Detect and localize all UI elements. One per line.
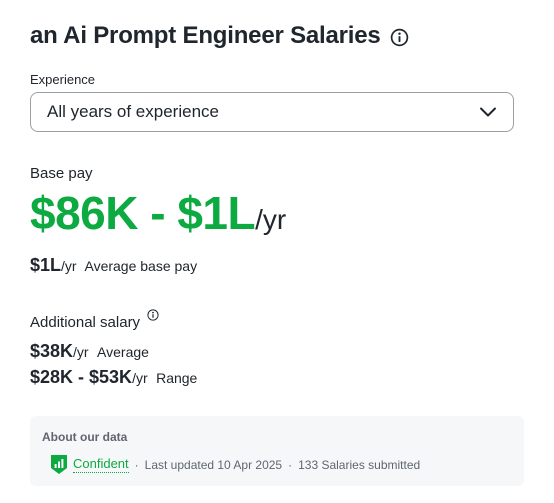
base-pay-range-unit: /yr <box>255 204 287 235</box>
page-title: an Ai Prompt Engineer Salaries <box>30 22 381 49</box>
base-pay-range-value: $86K - $1L <box>30 187 256 239</box>
experience-select-value: All years of experience <box>47 102 219 121</box>
experience-label: Experience <box>30 72 96 87</box>
additional-salary-header: Additional salary <box>30 309 159 331</box>
experience-select[interactable]: All years of experience <box>30 92 514 132</box>
average-base-pay-label: Average base pay <box>84 258 198 274</box>
base-pay-label: Base pay <box>30 165 93 182</box>
info-circle-icon[interactable] <box>390 28 409 47</box>
base-pay-range: $86K - $1L/yr <box>30 190 286 236</box>
additional-salary-average: $38K/yr Average <box>30 341 149 362</box>
info-circle-icon[interactable] <box>147 309 159 321</box>
confidence-link[interactable]: Confident <box>73 456 129 473</box>
confidence-shield-icon <box>51 455 67 474</box>
additional-range-label: Range <box>156 370 198 386</box>
additional-average-unit: /yr <box>73 344 89 360</box>
separator-dot: · <box>134 457 139 472</box>
title-row: an Ai Prompt Engineer Salaries <box>30 22 409 50</box>
additional-range-unit: /yr <box>132 370 148 386</box>
about-our-data-row: Confident · Last updated 10 Apr 2025 · 1… <box>50 454 420 475</box>
additional-range-value: $28K - $53K <box>30 367 133 387</box>
separator-dot: · <box>288 457 293 472</box>
chevron-down-icon <box>480 107 496 117</box>
salaries-submitted: 133 Salaries submitted <box>298 457 421 472</box>
about-our-data-title: About our data <box>42 430 128 444</box>
average-base-pay-unit: /yr <box>61 258 77 274</box>
additional-salary-range: $28K - $53K/yr Range <box>30 367 197 388</box>
additional-average-value: $38K <box>30 341 74 361</box>
additional-salary-label: Additional salary <box>30 314 141 331</box>
about-our-data-panel: About our data Confident · Last updated … <box>30 416 524 486</box>
average-base-pay-value: $1L <box>30 255 62 275</box>
average-base-pay: $1L/yr Average base pay <box>30 255 197 276</box>
additional-average-label: Average <box>97 344 149 360</box>
last-updated: Last updated 10 Apr 2025 <box>144 457 283 472</box>
